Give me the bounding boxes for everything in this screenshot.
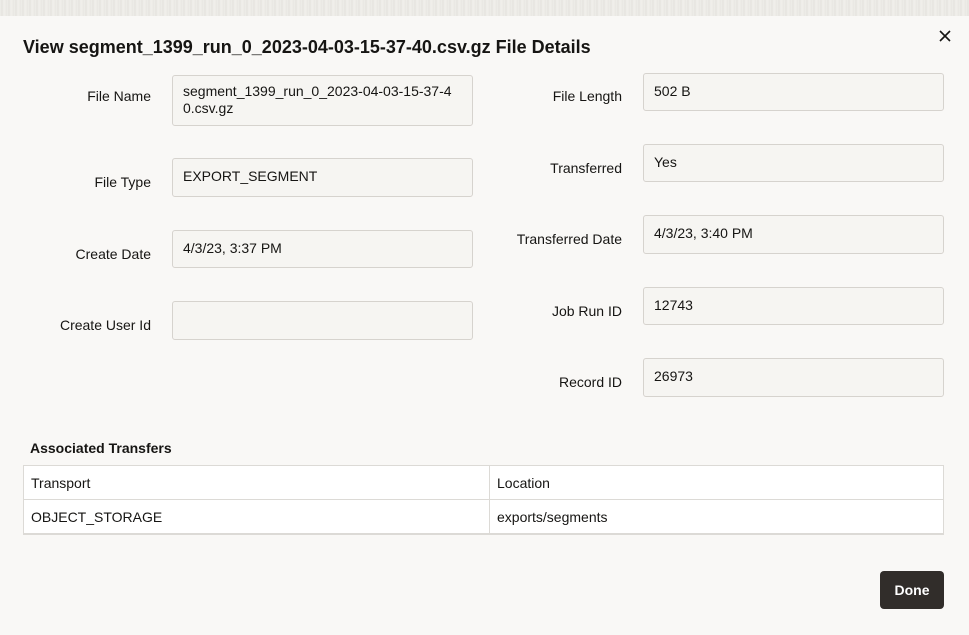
table-header-row: Transport Location <box>23 465 944 500</box>
create-user-id-field[interactable] <box>172 301 473 340</box>
table-row[interactable]: OBJECT_STORAGE exports/segments <box>23 499 944 535</box>
associated-transfers-table: Transport Location OBJECT_STORAGE export… <box>23 465 944 535</box>
record-id-label: Record ID <box>558 374 622 390</box>
page-background-strip <box>0 0 969 16</box>
table-cell-transport: OBJECT_STORAGE <box>23 499 490 535</box>
job-run-id-label: Job Run ID <box>551 303 622 319</box>
file-length-label: File Length <box>552 88 622 104</box>
file-name-label: File Name <box>87 88 151 104</box>
transferred-label: Transferred <box>550 160 622 176</box>
transferred-date-field[interactable]: 4/3/23, 3:40 PM <box>643 215 944 254</box>
file-type-field[interactable]: EXPORT_SEGMENT <box>172 158 473 197</box>
transferred-field[interactable]: Yes <box>643 144 944 182</box>
dialog-title: View segment_1399_run_0_2023-04-03-15-37… <box>23 37 591 57</box>
close-button[interactable] <box>933 24 957 48</box>
table-cell-location: exports/segments <box>489 499 944 535</box>
transferred-date-label: Transferred Date <box>516 231 622 247</box>
record-id-field[interactable]: 26973 <box>643 358 944 397</box>
create-date-label: Create Date <box>75 246 151 262</box>
done-button[interactable]: Done <box>880 571 944 609</box>
file-length-field[interactable]: 502 B <box>643 73 944 111</box>
create-user-id-label: Create User Id <box>59 317 151 333</box>
job-run-id-field[interactable]: 12743 <box>643 287 944 325</box>
create-date-field[interactable]: 4/3/23, 3:37 PM <box>172 230 473 268</box>
file-details-dialog: View segment_1399_run_0_2023-04-03-15-37… <box>0 16 969 635</box>
close-icon <box>939 30 951 42</box>
associated-transfers-heading: Associated Transfers <box>30 440 172 456</box>
column-header-transport[interactable]: Transport <box>23 465 490 500</box>
file-name-field[interactable]: segment_1399_run_0_2023-04-03-15-37-40.c… <box>172 75 473 126</box>
column-header-location[interactable]: Location <box>489 465 944 500</box>
file-type-label: File Type <box>94 174 151 190</box>
